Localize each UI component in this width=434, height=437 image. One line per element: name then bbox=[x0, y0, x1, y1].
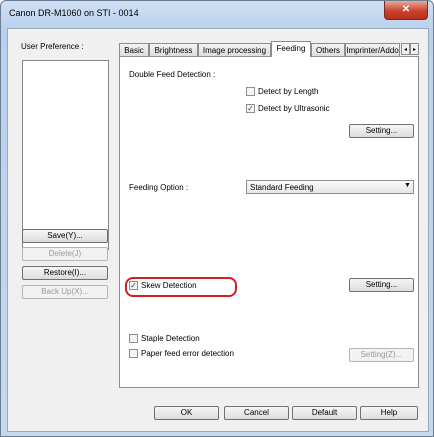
feeding-option-value: Standard Feeding bbox=[250, 183, 314, 192]
tab-scroll-left-icon[interactable]: ◂ bbox=[401, 43, 410, 55]
staple-detection-checkbox[interactable] bbox=[129, 334, 138, 343]
close-button[interactable]: ✕ bbox=[384, 1, 428, 20]
default-button[interactable]: Default bbox=[292, 406, 357, 420]
tab-others[interactable]: Others bbox=[311, 43, 345, 56]
skew-setting-button[interactable]: Setting... bbox=[349, 278, 414, 292]
tab-scroll-right-icon[interactable]: ▸ bbox=[410, 43, 419, 55]
restore-button[interactable]: Restore(I)... bbox=[22, 266, 108, 280]
skew-detection-highlight bbox=[125, 277, 237, 297]
double-feed-setting-button[interactable]: Setting... bbox=[349, 124, 414, 138]
title-bar[interactable]: Canon DR-M1060 on STI - 0014 ✕ bbox=[1, 1, 433, 27]
backup-button[interactable]: Back Up(X)... bbox=[22, 285, 108, 299]
paper-feed-error-label: Paper feed error detection bbox=[141, 349, 234, 358]
feeding-option-select[interactable]: Standard Feeding ▼ bbox=[246, 180, 414, 194]
tab-feeding[interactable]: Feeding bbox=[271, 41, 311, 57]
feeding-panel: Double Feed Detection : Detect by Length… bbox=[119, 56, 419, 388]
paper-feed-error-checkbox[interactable] bbox=[129, 349, 138, 358]
window-title: Canon DR-M1060 on STI - 0014 bbox=[9, 8, 139, 18]
tab-brightness[interactable]: Brightness bbox=[149, 43, 198, 56]
ok-button[interactable]: OK bbox=[154, 406, 219, 420]
tab-image-processing[interactable]: Image processing bbox=[198, 43, 271, 56]
staple-detection-label: Staple Detection bbox=[141, 334, 200, 343]
detect-by-ultrasonic-label: Detect by Ultrasonic bbox=[258, 104, 330, 113]
user-preference-label: User Preference : bbox=[21, 42, 84, 51]
user-preference-list[interactable] bbox=[22, 60, 109, 250]
paper-feed-setting-button[interactable]: Setting(Z)... bbox=[349, 348, 414, 362]
dialog-client: User Preference : Save(Y)... Delete(J) R… bbox=[7, 28, 429, 432]
detect-by-length-checkbox[interactable] bbox=[246, 87, 255, 96]
chevron-down-icon: ▼ bbox=[404, 182, 411, 189]
help-button[interactable]: Help bbox=[360, 406, 418, 420]
tab-basic[interactable]: Basic bbox=[119, 43, 149, 56]
detect-by-ultrasonic-checkbox[interactable]: ✓ bbox=[246, 104, 255, 113]
cancel-button[interactable]: Cancel bbox=[224, 406, 289, 420]
tab-imprinter[interactable]: Imprinter/Addo bbox=[345, 43, 400, 56]
double-feed-label: Double Feed Detection : bbox=[129, 70, 216, 79]
delete-button[interactable]: Delete(J) bbox=[22, 247, 108, 261]
close-icon: ✕ bbox=[401, 4, 411, 15]
dialog-window: Canon DR-M1060 on STI - 0014 ✕ User Pref… bbox=[0, 0, 434, 437]
save-button[interactable]: Save(Y)... bbox=[22, 229, 108, 243]
checkmark-icon: ✓ bbox=[247, 104, 254, 113]
detect-by-length-label: Detect by Length bbox=[258, 87, 319, 96]
feeding-option-label: Feeding Option : bbox=[129, 183, 189, 192]
